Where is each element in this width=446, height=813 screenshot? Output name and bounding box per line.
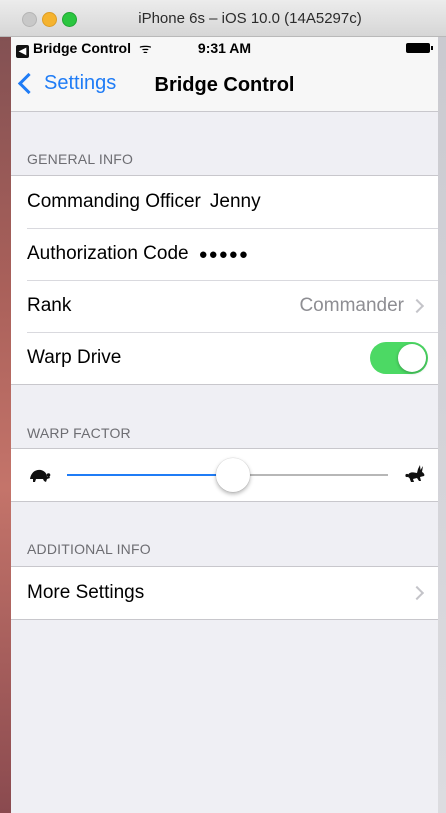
slider-track-empty [233,474,388,476]
rank-label: Rank [27,295,72,316]
desktop-background [0,0,11,813]
window-zoom-button[interactable] [62,12,77,27]
page-title: Bridge Control [154,74,295,96]
desktop-background-right [438,0,446,813]
authorization-code-label: Authorization Code [27,243,189,264]
chevron-right-icon [409,585,425,601]
section-header-general-info: GENERAL INFO [27,151,134,167]
additional-info-group: More Settings [11,566,438,620]
commanding-officer-row[interactable]: Commanding Officer Jenny [11,176,438,228]
chevron-right-icon [409,298,425,314]
navigation-bar: Settings Bridge Control [11,59,438,112]
turtle-icon [30,469,51,482]
status-time: 9:31 AM [197,40,252,56]
ios-screen: ◀ Bridge Control ᯤ 9:31 AM Settings Bridg… [11,37,438,813]
commanding-officer-label: Commanding Officer [27,191,201,212]
rabbit-icon [405,465,425,482]
more-settings-label: More Settings [27,582,145,603]
status-bar: ◀ Bridge Control ᯤ 9:31 AM [11,37,438,59]
slider-track-filled [67,474,234,476]
slider-thumb[interactable] [216,458,251,492]
window-close-button[interactable] [22,12,37,27]
window-title: iPhone 6s – iOS 10.0 (14A5297c) [138,10,362,27]
general-info-group: Commanding Officer Jenny Authorization C… [11,175,438,385]
commanding-officer-field[interactable]: Jenny [210,191,261,213]
rank-value: Commander [299,295,404,316]
authorization-code-row[interactable]: Authorization Code ●●●●● [11,228,438,280]
switch-knob [398,344,426,372]
more-settings-row[interactable]: More Settings [11,567,438,619]
warp-drive-switch[interactable] [370,342,428,374]
authorization-code-field[interactable]: ●●●●● [199,246,249,263]
warp-drive-row: Warp Drive [11,332,438,384]
warp-factor-group [11,448,438,502]
window-minimize-button[interactable] [42,12,57,27]
battery-icon [406,43,433,53]
simulator-titlebar[interactable]: iPhone 6s – iOS 10.0 (14A5297c) [0,0,446,37]
warp-drive-label: Warp Drive [27,347,122,368]
warp-factor-slider[interactable] [11,449,438,501]
section-header-additional-info: ADDITIONAL INFO [27,541,151,557]
section-header-warp-factor: WARP FACTOR [27,425,131,441]
rank-row[interactable]: Rank Commander [11,280,438,332]
